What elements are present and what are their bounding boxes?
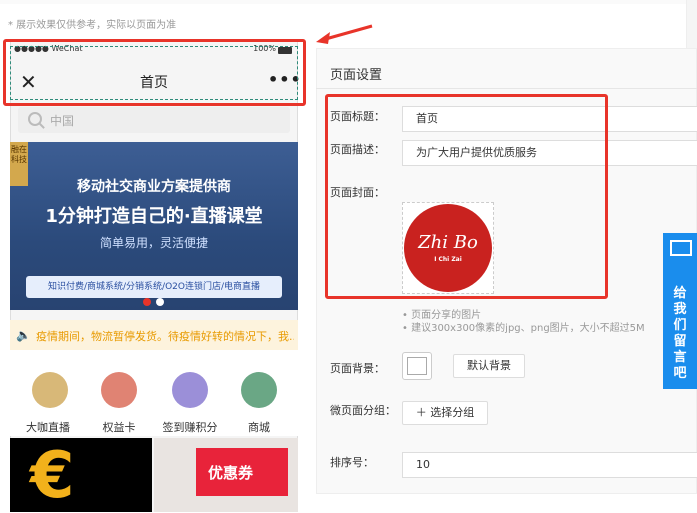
euro-icon: €: [30, 439, 75, 513]
search-placeholder: 中国: [50, 114, 75, 128]
arrow-icon: [316, 24, 373, 44]
grid-label-checkin: 签到赚积分: [162, 421, 218, 434]
highlight-box-title: [3, 39, 306, 106]
live-icon[interactable]: [32, 372, 68, 408]
grid-label-live: 大咖直播: [26, 421, 70, 434]
cover-hint-2: • 建议300x300像素的jpg、png图片，大小不超过5M: [402, 323, 645, 334]
banner-line4: 知识付费/商城系统/分销系统/O2O连锁门店/电商直播: [26, 276, 282, 298]
feedback-text: 给我们留言吧: [663, 286, 697, 382]
grid-label-mall: 商城: [248, 421, 270, 434]
notice-text: 疫情期间，物流暂停发货。待疫情好转的情况下，我...: [36, 330, 294, 343]
default-bg-button[interactable]: 默认背景: [453, 354, 525, 378]
banner-line3: 简单易用，灵活便捷: [99, 236, 208, 250]
grid-label-card: 权益卡: [102, 421, 136, 434]
feedback-text-label: 给我们留言吧: [673, 286, 687, 381]
highlight-box-settings: [325, 94, 608, 299]
speaker-icon: 🔈: [16, 328, 31, 342]
carousel-dot-active[interactable]: [143, 298, 151, 306]
carousel-dot[interactable]: [156, 298, 164, 306]
right-strip: [686, 0, 697, 48]
sort-label: 排序号：: [330, 456, 374, 469]
banner-line1: 移动社交商业方案提供商: [77, 179, 231, 195]
banner-line2: 1分钟打造自己的·直播课堂: [45, 206, 263, 227]
top-divider: [0, 0, 697, 4]
search-icon: [28, 112, 42, 126]
card-icon[interactable]: [101, 372, 137, 408]
panel-divider: [316, 88, 697, 89]
preview-note: * 展示效果仅供参考，实际以页面为准: [8, 20, 177, 31]
mall-icon[interactable]: [241, 372, 277, 408]
bg-label: 页面背景：: [330, 362, 385, 375]
mail-icon: [670, 240, 692, 256]
coupon-text: 优惠券: [208, 464, 254, 482]
select-group-button[interactable]: ＋ 选择分组: [402, 401, 488, 425]
sort-input[interactable]: 10: [402, 452, 697, 478]
checkin-icon[interactable]: [172, 372, 208, 408]
panel-title: 页面设置: [330, 68, 383, 83]
bg-color-swatch: [407, 357, 427, 375]
group-label: 微页面分组：: [330, 404, 396, 417]
